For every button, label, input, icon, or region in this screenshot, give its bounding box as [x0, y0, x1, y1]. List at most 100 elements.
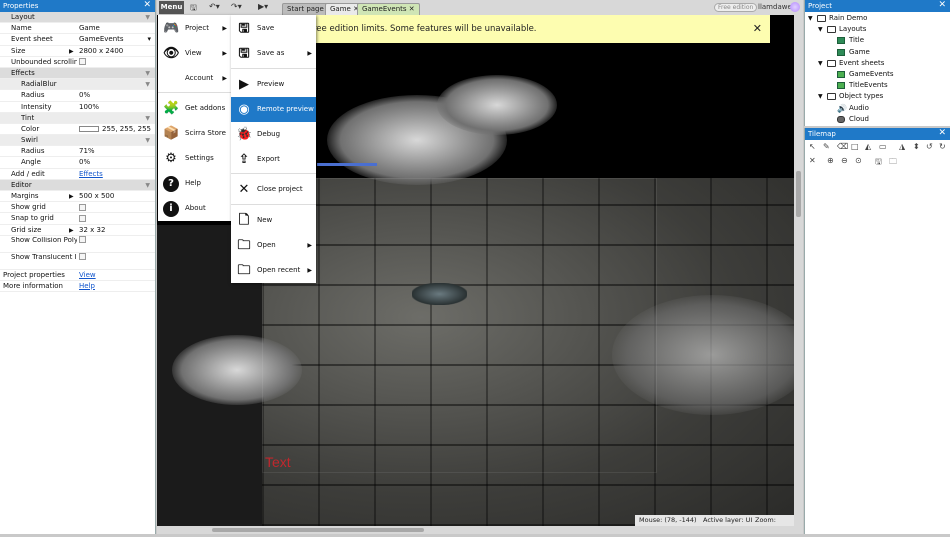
tab-close-icon[interactable]: ✕ [409, 5, 415, 13]
property-row[interactable]: Add / edit Effects [0, 169, 155, 180]
menu-item-open[interactable]: 🗀 Open ▶ [231, 233, 316, 258]
save-icon[interactable]: 🖫 [875, 156, 882, 170]
property-row[interactable]: Editor ▼ [0, 179, 155, 191]
zoom-reset-icon[interactable]: ⊙ [855, 156, 862, 165]
redo-icon[interactable]: ↷▾ [231, 2, 242, 11]
undo-icon[interactable]: ↶▾ [209, 2, 220, 11]
property-row[interactable]: Size ▶ 2800 x 2400 [0, 46, 155, 57]
zoom-out-icon[interactable]: ⊖ [841, 156, 848, 165]
collapse-icon[interactable]: ▼ [145, 113, 150, 124]
property-row[interactable]: Project properties View [0, 270, 155, 281]
collapse-icon[interactable]: ▼ [818, 91, 823, 102]
property-row[interactable]: Color 255, 255, 255 [0, 124, 155, 136]
menu-item-preview[interactable]: ▶ Preview [231, 72, 316, 97]
property-value[interactable]: 255, 255, 255 [79, 124, 153, 135]
eraser-icon[interactable]: ⌫ [837, 142, 848, 151]
collapse-icon[interactable]: ▼ [145, 68, 150, 79]
property-link[interactable]: Help [79, 282, 95, 290]
property-value[interactable]: Help [79, 281, 153, 292]
checkbox[interactable] [79, 214, 86, 222]
property-row[interactable]: Swirl ▼ [0, 135, 155, 147]
properties-close-icon[interactable]: ✕ [143, 0, 151, 11]
menu-item-get-addons[interactable]: 🧩 Get addons [158, 96, 231, 121]
rectangle-icon[interactable]: □ [851, 142, 859, 151]
rotate-cw-icon[interactable]: ↻ [939, 142, 946, 151]
project-close-icon[interactable]: ✕ [938, 0, 946, 11]
property-link[interactable]: View [79, 271, 96, 279]
fill-icon[interactable]: ◭ [865, 142, 871, 151]
property-row[interactable]: Effects ▼ [0, 67, 155, 80]
menu-item-close-project[interactable]: ✕ Close project [231, 177, 316, 202]
collapse-icon[interactable]: ▼ [145, 180, 150, 191]
vertical-scrollbar[interactable] [794, 15, 803, 534]
menu-item-save-as[interactable]: 🖫 Save as ▶ [231, 41, 316, 66]
property-value[interactable] [79, 252, 153, 261]
menu-item-scirra-store[interactable]: 📦 Scirra Store [158, 121, 231, 146]
property-row[interactable]: Name Game [0, 23, 155, 35]
menu-item-view[interactable]: 👁 View ▶ [158, 41, 231, 66]
property-value[interactable]: 71% [79, 146, 153, 157]
preview-play-icon[interactable]: ▶▾ [258, 2, 268, 11]
collapse-icon[interactable]: ▼ [145, 79, 150, 90]
checkbox[interactable] [79, 58, 86, 66]
property-row[interactable]: More information Help [0, 281, 155, 293]
property-row[interactable]: Grid size ▶ 32 x 32 [0, 225, 155, 236]
expand-icon[interactable]: ▶ [69, 46, 74, 57]
property-value[interactable]: 100% [79, 102, 153, 113]
property-row[interactable]: Snap to grid [0, 213, 155, 225]
horizontal-scrollbar[interactable] [157, 526, 794, 534]
free-edition-badge[interactable]: Free edition [714, 3, 758, 12]
tree-item-object[interactable]: 🔊 Audio [805, 103, 950, 114]
property-row[interactable]: Tint ▼ [0, 112, 155, 124]
notice-close-icon[interactable]: ✕ [753, 15, 762, 43]
avatar[interactable] [790, 2, 800, 12]
property-value[interactable]: 0% [79, 157, 153, 168]
tree-item-event-sheet[interactable]: GameEvents [805, 69, 950, 80]
menu-item-remote-preview[interactable]: ◉ Remote preview [231, 97, 316, 122]
collapse-icon[interactable]: ▼ [145, 135, 150, 146]
property-row[interactable]: Radius 0% [0, 90, 155, 102]
property-row[interactable]: RadialBlur ▼ [0, 79, 155, 91]
tree-root[interactable]: ▼ Rain Demo [805, 13, 950, 24]
menu-item-save[interactable]: 🖫 Save [231, 16, 316, 41]
tree-item-object[interactable]: Cloud [805, 114, 950, 125]
property-value[interactable]: View [79, 270, 153, 281]
property-row[interactable]: Show grid [0, 202, 155, 214]
close-icon[interactable]: ✕ [809, 156, 816, 165]
property-row[interactable]: Radius 71% [0, 146, 155, 158]
scroll-thumb[interactable] [796, 171, 801, 217]
zoom-in-icon[interactable]: ⊕ [827, 156, 834, 165]
tab-start-page[interactable]: Start page [282, 3, 329, 15]
menu-item-project[interactable]: 🎮 Project ▶ [158, 16, 231, 41]
tab-gameevents[interactable]: GameEvents ✕ [357, 3, 420, 15]
property-row[interactable]: Unbounded scrolling [0, 57, 155, 68]
pointer-icon[interactable]: ↖ [809, 142, 816, 151]
menu-item-settings[interactable]: ⚙ Settings [158, 146, 231, 171]
menu-item-account[interactable]: Account ▶ [158, 66, 231, 91]
tree-item-layout[interactable]: Game [805, 47, 950, 58]
folder-icon[interactable]: 🗀 [889, 156, 897, 170]
collapse-icon[interactable]: ▼ [818, 58, 823, 69]
username[interactable]: llamdawe [758, 3, 792, 11]
property-row[interactable]: Angle 0% [0, 157, 155, 169]
property-value[interactable] [79, 213, 153, 224]
tilemap-close-icon[interactable]: ✕ [938, 128, 946, 139]
mirror-icon[interactable]: ◮ [899, 142, 905, 151]
property-value[interactable] [79, 57, 153, 68]
property-value[interactable]: 0% [79, 90, 153, 101]
expand-icon[interactable]: ▶ [69, 225, 74, 236]
collapse-icon[interactable]: ▼ [818, 24, 823, 35]
menu-item-new[interactable]: 🗋 New [231, 208, 316, 233]
menu-item-help[interactable]: ? Help [158, 171, 231, 196]
tree-item-layout[interactable]: Title [805, 35, 950, 46]
menu-button[interactable]: Menu [159, 1, 184, 14]
property-row[interactable]: Show Translucent Inactive Layers [0, 252, 155, 270]
property-value[interactable]: GameEvents ▾ [79, 34, 153, 45]
property-row[interactable]: Event sheet GameEvents ▾ [0, 34, 155, 46]
property-value[interactable]: Effects [79, 169, 153, 180]
checkbox[interactable] [79, 235, 86, 243]
color-swatch[interactable] [79, 125, 99, 132]
menu-item-debug[interactable]: 🐞 Debug [231, 122, 316, 147]
property-link[interactable]: Effects [79, 170, 103, 178]
property-value[interactable] [79, 235, 153, 244]
